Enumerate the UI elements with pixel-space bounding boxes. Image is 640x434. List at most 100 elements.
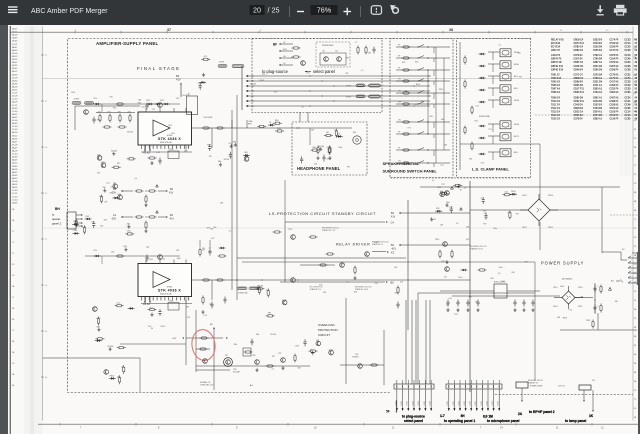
svg-text:R613: R613 bbox=[416, 84, 420, 86]
svg-text:select panel: select panel bbox=[313, 69, 335, 74]
svg-text:D613: D613 bbox=[146, 100, 150, 102]
svg-text:to operating panel 1: to operating panel 1 bbox=[444, 419, 475, 423]
svg-text:BC546: BC546 bbox=[224, 159, 230, 161]
svg-text:C043 D4: C043 D4 bbox=[574, 103, 584, 106]
svg-text:100u: 100u bbox=[560, 286, 564, 288]
svg-text:7S67 A4: 7S67 A4 bbox=[551, 88, 561, 91]
svg-text:47K: 47K bbox=[91, 221, 95, 223]
svg-text:2A: 2A bbox=[634, 380, 637, 383]
svg-text:BK L: BK L bbox=[514, 88, 519, 90]
svg-text:C463 F4: C463 F4 bbox=[610, 84, 620, 87]
svg-text:4B: 4B bbox=[12, 341, 15, 343]
svg-text:L GND: L GND bbox=[498, 400, 500, 406]
svg-text:0.22: 0.22 bbox=[449, 207, 453, 209]
svg-text:0.1: 0.1 bbox=[481, 197, 484, 199]
svg-text:11: 11 bbox=[392, 427, 395, 430]
svg-text:46: 46 bbox=[635, 111, 638, 114]
svg-text:22R4G F10: 22R4G F10 bbox=[551, 65, 564, 68]
svg-text:41V: 41V bbox=[391, 216, 396, 219]
svg-text:1C-44: 1C-44 bbox=[12, 190, 19, 192]
svg-text:7S61 3Y: 7S61 3Y bbox=[551, 74, 560, 76]
svg-text:TR7: TR7 bbox=[278, 353, 281, 355]
svg-text:CR32 F11: CR32 F11 bbox=[574, 101, 585, 103]
svg-text:2B-33: 2B-33 bbox=[12, 166, 18, 168]
svg-text:SURROUND SWITCH PANEL: SURROUND SWITCH PANEL bbox=[383, 169, 438, 174]
svg-text:0.22: 0.22 bbox=[504, 192, 508, 194]
svg-text:8206-STK-036: 8206-STK-036 bbox=[160, 293, 172, 295]
svg-text:L GND: L GND bbox=[412, 400, 414, 406]
svg-text:SURR: SURR bbox=[346, 97, 352, 99]
svg-text:4D-09: 4D-09 bbox=[12, 181, 19, 183]
svg-text:CC65: CC65 bbox=[625, 119, 632, 121]
svg-text:-29V: -29V bbox=[93, 250, 98, 252]
svg-text:CC66: CC66 bbox=[625, 92, 632, 94]
svg-text:5: 5 bbox=[156, 299, 157, 301]
svg-text:5C-21: 5C-21 bbox=[12, 105, 19, 107]
svg-text:2W: 2W bbox=[334, 130, 337, 132]
svg-text:BC546: BC546 bbox=[250, 83, 256, 85]
svg-text:R613: R613 bbox=[101, 162, 106, 164]
svg-text:4B: 4B bbox=[634, 417, 637, 419]
svg-text:47K: 47K bbox=[433, 219, 437, 221]
svg-text:2B-33: 2B-33 bbox=[12, 202, 18, 204]
svg-text:STANDBY 15.5V: STANDBY 15.5V bbox=[470, 248, 484, 251]
svg-text:76%: 76% bbox=[317, 6, 332, 15]
svg-text:2B-33: 2B-33 bbox=[12, 65, 18, 67]
svg-text:12: 12 bbox=[606, 30, 609, 32]
svg-text:10K: 10K bbox=[111, 252, 115, 254]
svg-text:TR7: TR7 bbox=[441, 184, 444, 186]
svg-text:1C-44: 1C-44 bbox=[12, 111, 19, 113]
svg-text:100u: 100u bbox=[99, 196, 103, 198]
svg-text:2A: 2A bbox=[12, 307, 15, 310]
svg-text:TR10: TR10 bbox=[435, 239, 439, 241]
svg-text:select panel: select panel bbox=[404, 419, 423, 423]
svg-text:C861 A1: C861 A1 bbox=[593, 96, 603, 99]
svg-text:C612: C612 bbox=[149, 259, 153, 261]
svg-text:5D: 5D bbox=[634, 264, 637, 266]
svg-text:1-7: 1-7 bbox=[440, 414, 445, 418]
svg-text:1C-44: 1C-44 bbox=[12, 199, 19, 201]
svg-text:CIRCUIT: CIRCUIT bbox=[318, 333, 330, 337]
svg-text:CC28: CC28 bbox=[625, 50, 632, 52]
svg-text:SP: SP bbox=[398, 132, 401, 134]
svg-text:CR80 C4: CR80 C4 bbox=[574, 45, 584, 48]
svg-text:BK R: BK R bbox=[514, 136, 519, 138]
svg-text:62: 62 bbox=[635, 74, 638, 76]
svg-text:2A: 2A bbox=[12, 285, 15, 288]
svg-text:0.1: 0.1 bbox=[498, 45, 501, 47]
svg-text:C55: C55 bbox=[569, 309, 572, 311]
svg-text:1N4: 1N4 bbox=[466, 227, 469, 229]
svg-text:7S15 C4: 7S15 C4 bbox=[551, 118, 561, 121]
svg-text:STK 4036 X: STK 4036 X bbox=[158, 288, 181, 292]
svg-text:TR7: TR7 bbox=[106, 183, 109, 185]
svg-text:7S68 C4: 7S68 C4 bbox=[551, 91, 561, 94]
svg-text:1N4: 1N4 bbox=[474, 121, 477, 123]
svg-text:50: 50 bbox=[635, 69, 638, 71]
svg-text:POWER SUPPLY: POWER SUPPLY bbox=[541, 261, 584, 266]
svg-text:TR7: TR7 bbox=[209, 304, 212, 306]
svg-text:22R4G E14: 22R4G E14 bbox=[551, 68, 564, 71]
svg-text:-29V: -29V bbox=[93, 98, 98, 100]
svg-text:-41V: -41V bbox=[169, 218, 174, 221]
svg-text:8: 8 bbox=[158, 427, 160, 430]
svg-text:C126 F4: C126 F4 bbox=[610, 118, 620, 121]
svg-text:C41: C41 bbox=[326, 132, 329, 134]
svg-text:56K: 56K bbox=[220, 203, 224, 205]
svg-text:BC546: BC546 bbox=[127, 132, 133, 134]
svg-text:R613: R613 bbox=[563, 318, 567, 320]
svg-text:SP: SP bbox=[398, 45, 401, 47]
svg-text:SP: SP bbox=[398, 56, 401, 58]
svg-text:C7: C7 bbox=[355, 42, 357, 44]
svg-text:G: G bbox=[46, 285, 48, 287]
svg-text:2W: 2W bbox=[345, 73, 348, 75]
svg-text:CB80 D4: CB80 D4 bbox=[574, 96, 584, 99]
svg-text:5D: 5D bbox=[634, 390, 637, 392]
svg-text:BH: BH bbox=[55, 207, 60, 211]
svg-text:K2: K2 bbox=[391, 251, 395, 255]
svg-text:CB17 F11: CB17 F11 bbox=[574, 89, 585, 91]
svg-text:C502 E4: C502 E4 bbox=[593, 103, 603, 106]
svg-text:TR7: TR7 bbox=[454, 314, 457, 316]
svg-text:0.1: 0.1 bbox=[134, 178, 137, 180]
svg-text:4B-12: 4B-12 bbox=[12, 56, 18, 58]
svg-text:5D: 5D bbox=[12, 363, 15, 365]
